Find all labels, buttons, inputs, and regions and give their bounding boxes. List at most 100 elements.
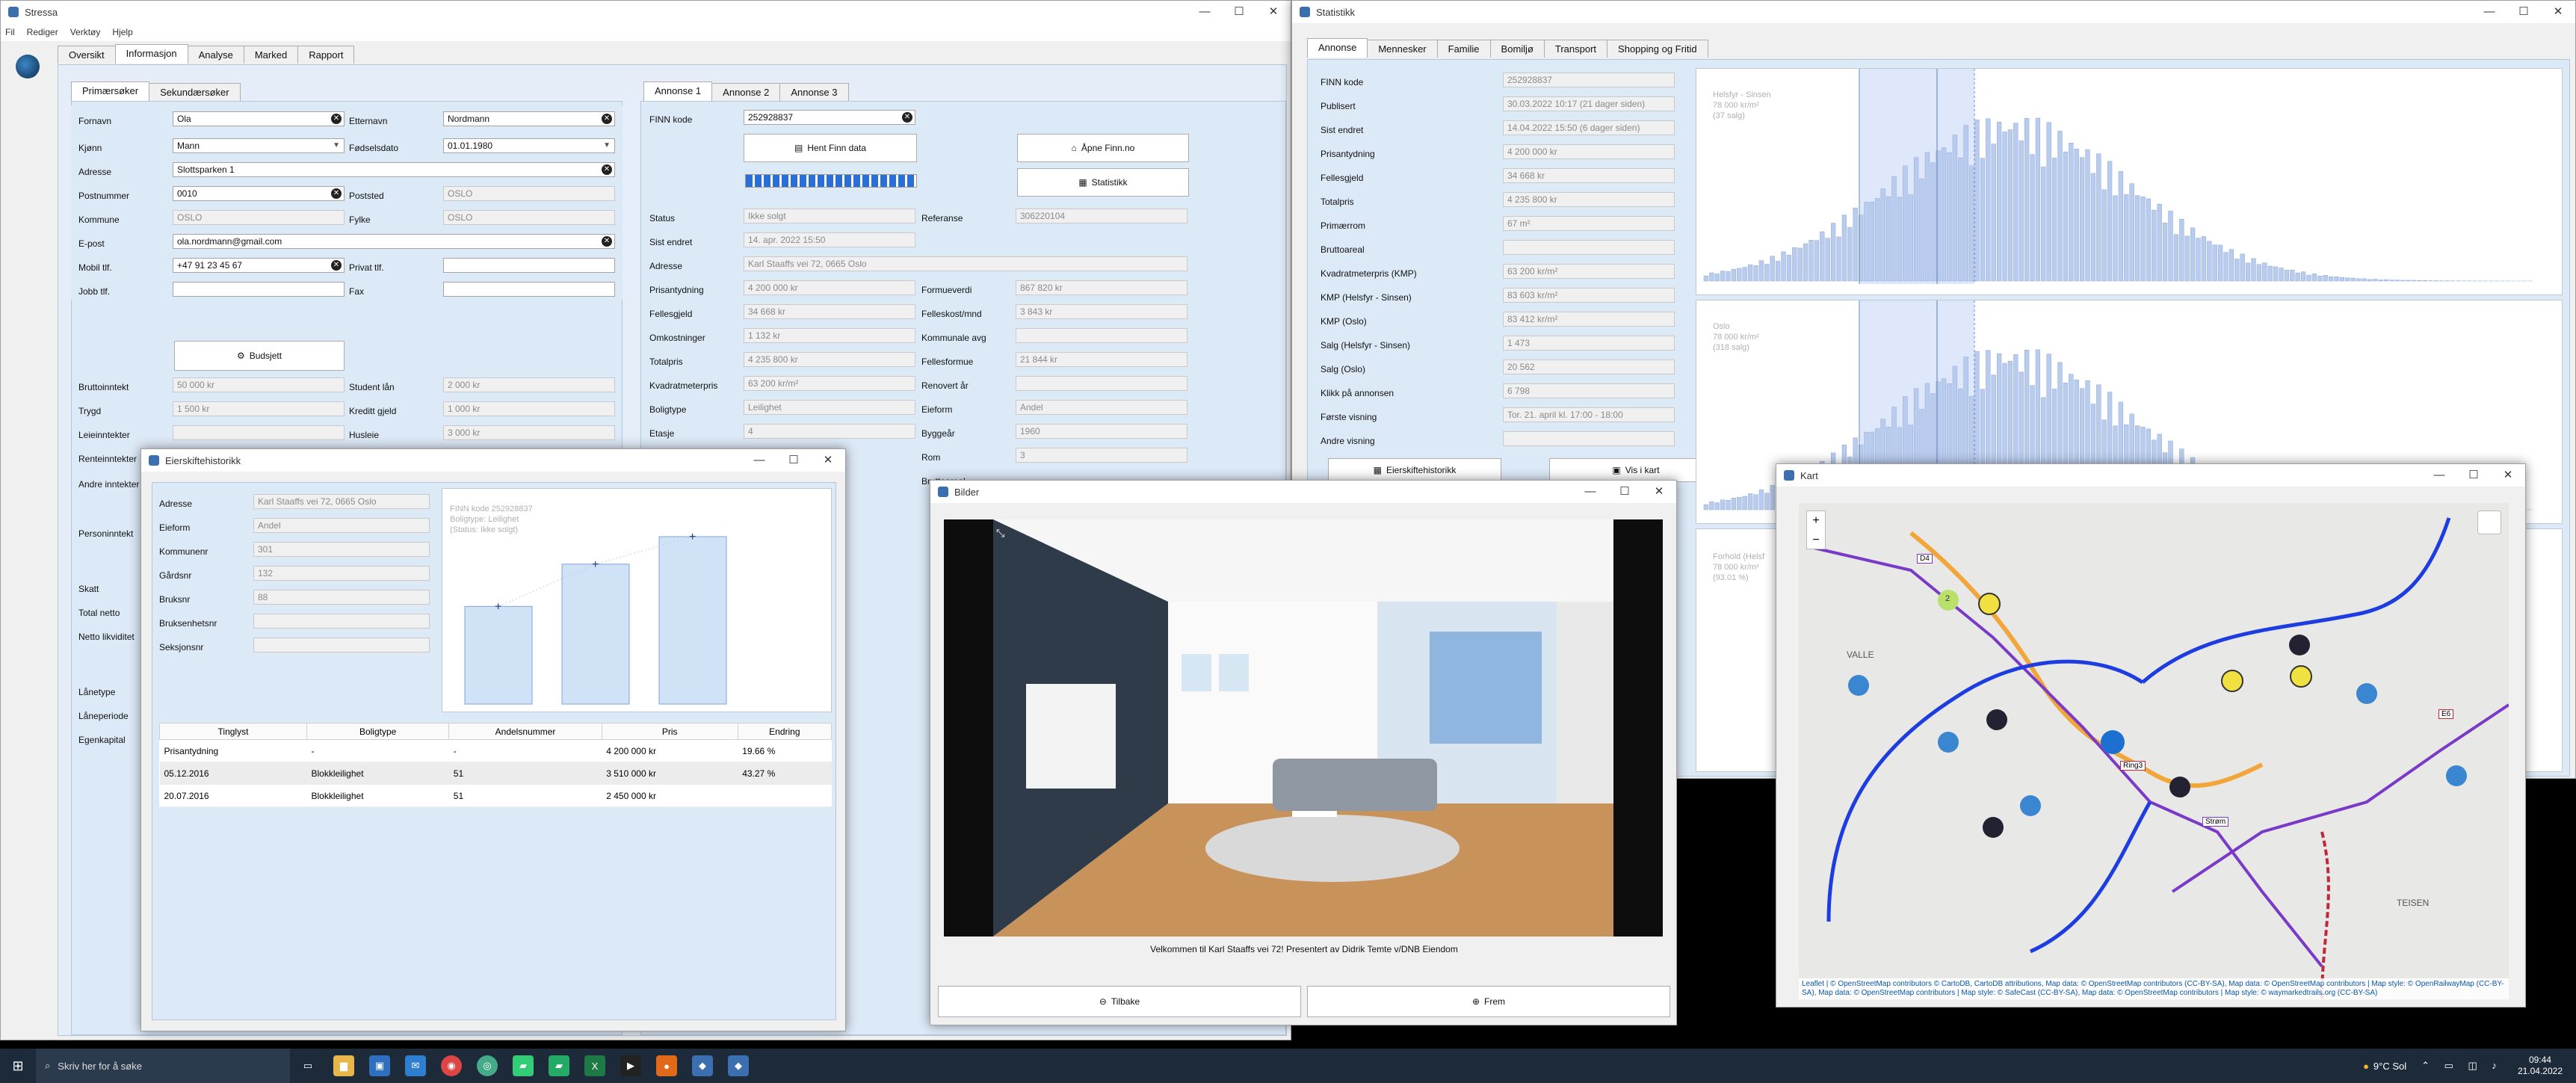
menu-tools[interactable]: Verktøy — [70, 27, 101, 37]
menu-edit[interactable]: Rediger — [27, 27, 58, 37]
menu-help[interactable]: Hjelp — [112, 27, 132, 37]
tab-informasjon[interactable]: Informasjon — [114, 44, 188, 64]
zoom-out-button[interactable]: − — [1807, 531, 1825, 550]
column-header[interactable]: Boligtype — [306, 723, 450, 740]
tilbake-button[interactable]: ⊖ Tilbake — [938, 986, 1301, 1017]
app-icon-1[interactable]: ◎ — [477, 1055, 498, 1076]
tab-analyse[interactable]: Analyse — [187, 46, 244, 64]
minimize-icon[interactable]: — — [1187, 1, 1222, 23]
clear-icon[interactable]: ✕ — [331, 188, 342, 199]
fax-input[interactable] — [443, 282, 615, 297]
tab-marked[interactable]: Marked — [243, 46, 299, 64]
privat-tlf-input[interactable] — [443, 258, 615, 273]
tab-oversikt[interactable]: Oversikt — [58, 46, 116, 64]
column-header[interactable]: Tinglyst — [159, 723, 307, 740]
tab-shopping[interactable]: Shopping og Fritid — [1607, 40, 1708, 58]
clear-icon[interactable]: ✕ — [331, 260, 342, 271]
taskbar-search[interactable]: ⌕ Skriv her for å søke — [36, 1049, 290, 1083]
task-view-icon[interactable]: ▭ — [297, 1055, 318, 1076]
histogram-bar — [2262, 262, 2267, 282]
column-header[interactable]: Andelsnummer — [448, 723, 602, 740]
pycharm-icon[interactable]: ▰ — [513, 1055, 534, 1076]
maximize-icon[interactable]: ☐ — [1607, 481, 1642, 503]
tilbake-label: Tilbake — [1111, 996, 1140, 1007]
close-icon[interactable]: ✕ — [1256, 1, 1291, 23]
eierskifte-button[interactable]: ▦ Eierskiftehistorikk — [1328, 458, 1501, 482]
clear-icon[interactable]: ✕ — [602, 164, 612, 175]
profile-avatar[interactable] — [16, 55, 40, 78]
layers-icon[interactable] — [2477, 510, 2501, 534]
jobb-tlf-input[interactable] — [173, 282, 345, 297]
minimize-icon[interactable]: — — [2422, 464, 2456, 487]
kjonn-select[interactable]: Mann ▼ — [173, 138, 345, 153]
app-icon-2[interactable]: ● — [656, 1055, 677, 1076]
table-row[interactable]: 05.12.2016 Blokkleilighet 51 3 510 000 kr 43… — [159, 762, 832, 785]
terminal-icon[interactable]: ▶ — [620, 1055, 641, 1076]
histogram-bar — [2063, 151, 2069, 282]
column-header[interactable]: Pris — [601, 723, 738, 740]
mail-icon[interactable]: ✉ — [405, 1055, 426, 1076]
tab-annonse-3[interactable]: Annonse 3 — [779, 83, 849, 101]
table-row[interactable]: Prisantydning - -4 200 000 kr 19.66 % — [159, 739, 832, 762]
vscode-icon[interactable]: ▰ — [549, 1055, 569, 1076]
tab-annonse-1[interactable]: Annonse 1 — [643, 81, 713, 101]
budsjett-button[interactable]: ⚙ Budsjett — [174, 341, 345, 371]
chrome-icon[interactable]: ◉ — [441, 1055, 462, 1076]
clear-icon[interactable]: ✕ — [902, 112, 912, 123]
table-row[interactable]: 20.07.2016 Blokkleilighet 51 2 450 000 kr — [159, 784, 832, 807]
minimize-icon[interactable]: — — [2472, 1, 2506, 23]
stressa-taskbar-icon[interactable]: ◆ — [692, 1055, 713, 1076]
minimize-icon[interactable]: — — [742, 449, 776, 472]
mobil-input[interactable]: +47 91 23 45 67 ✕ — [173, 258, 345, 273]
zoom-in-button[interactable]: + — [1807, 511, 1825, 531]
tab-bomiljo[interactable]: Bomiljø — [1489, 40, 1545, 58]
apne-finn-button[interactable]: ⌂ Åpne Finn.no — [1017, 134, 1189, 162]
tab-familie[interactable]: Familie — [1436, 40, 1491, 58]
menu-file[interactable]: Fil — [5, 27, 15, 37]
epost-input[interactable]: ola.nordmann@gmail.com ✕ — [173, 234, 615, 249]
close-icon[interactable]: ✕ — [2541, 1, 2575, 23]
maximize-icon[interactable]: ☐ — [2506, 1, 2541, 23]
close-icon[interactable]: ✕ — [2491, 464, 2525, 487]
adresse-input[interactable]: Slottsparken 1 ✕ — [173, 162, 615, 177]
tab-sekundarsoker[interactable]: Sekundærsøker — [149, 83, 241, 101]
maximize-icon[interactable]: ☐ — [1222, 1, 1256, 23]
tray-icons[interactable]: ⌃ ▭ ◫ ♪ — [2421, 1060, 2503, 1072]
map-canvas[interactable]: + − VALLE TEISEN Ring3 Strøm D4 E6 2 Leaf… — [1799, 503, 2509, 999]
fornavn-input[interactable]: Ola ✕ — [173, 111, 345, 126]
tab-primarsoker[interactable]: Primærsøker — [71, 81, 150, 101]
tab-rapport[interactable]: Rapport — [297, 46, 355, 64]
store-icon[interactable]: ▣ — [369, 1055, 390, 1076]
maximize-icon[interactable]: ☐ — [2456, 464, 2491, 487]
expand-icon[interactable]: ⤡ — [996, 527, 1004, 540]
hent-finn-button[interactable]: ▤ Hent Finn data — [744, 134, 917, 162]
photo-viewer[interactable]: ⤡ — [944, 519, 1663, 937]
clear-icon[interactable]: ✕ — [602, 114, 612, 124]
statistikk-button[interactable]: ▦ Statistikk — [1017, 168, 1189, 197]
search-icon: ⌕ — [45, 1060, 51, 1071]
clock[interactable]: 09:44 21.04.2022 — [2518, 1055, 2563, 1077]
finn-kode-input[interactable]: 252928837 ✕ — [744, 110, 915, 125]
minimize-icon[interactable]: — — [1573, 481, 1607, 503]
etternavn-input[interactable]: Nordmann ✕ — [443, 111, 615, 126]
close-icon[interactable]: ✕ — [1642, 481, 1676, 503]
postnummer-input[interactable]: 0010 ✕ — [173, 186, 345, 201]
close-icon[interactable]: ✕ — [811, 449, 845, 472]
tab-annonse[interactable]: Annonse — [1307, 38, 1368, 58]
column-header[interactable]: Endring — [737, 723, 833, 740]
excel-icon[interactable]: X — [584, 1055, 605, 1076]
windows-start-icon[interactable]: ⊞ — [7, 1055, 28, 1076]
histogram-bar — [2350, 277, 2356, 282]
clear-icon[interactable]: ✕ — [602, 236, 612, 247]
maximize-icon[interactable]: ☐ — [776, 449, 811, 472]
weather-widget[interactable]: ● 9°C Sol — [2363, 1061, 2406, 1072]
tab-mennesker[interactable]: Mennesker — [1367, 40, 1438, 58]
tab-transport[interactable]: Transport — [1543, 40, 1608, 58]
stressa-taskbar-icon-2[interactable]: ◆ — [728, 1055, 749, 1076]
zoom-controls[interactable]: + − — [1806, 510, 1826, 549]
fodselsdato-picker[interactable]: 01.01.1980 ▼ — [443, 138, 615, 153]
frem-button[interactable]: ⊕ Frem — [1307, 986, 1670, 1017]
explorer-icon[interactable]: ▆ — [333, 1055, 354, 1076]
clear-icon[interactable]: ✕ — [331, 114, 342, 124]
tab-annonse-2[interactable]: Annonse 2 — [711, 83, 781, 101]
